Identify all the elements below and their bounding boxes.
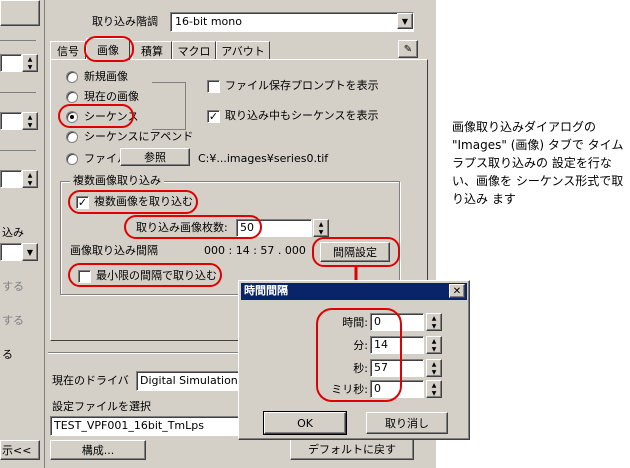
spin-down-icon[interactable]: ▼ — [427, 322, 441, 330]
browse-button-label: 参照 — [144, 151, 166, 164]
radio-new-image-label: 新規画像 — [84, 70, 128, 83]
multi-capture-group-title: 複数画像取り込み — [70, 174, 164, 188]
tab-label: アバウト — [221, 44, 265, 58]
chevron-down-icon[interactable]: ▼ — [22, 243, 38, 261]
checkbox-show-sequence[interactable]: ✓ — [207, 110, 220, 123]
spin-down-icon[interactable]: ▼ — [427, 389, 441, 397]
restore-defaults-button-label: デフォルトに戻す — [308, 443, 396, 456]
spin-down-icon[interactable]: ▼ — [314, 228, 328, 236]
acquisition-depth-value: 16-bit mono — [175, 15, 242, 28]
spin-up-icon[interactable]: ▲ — [314, 220, 328, 228]
highlight-ring — [124, 215, 262, 239]
driver-label: 現在のドライバ — [52, 374, 129, 387]
tab-macro[interactable]: マクロ — [172, 41, 216, 59]
spin-down-icon[interactable]: ▼ — [23, 63, 37, 71]
spin-up-icon[interactable]: ▲ — [427, 337, 441, 345]
checkbox-prompt-save[interactable] — [207, 80, 220, 93]
left-fragment-text: る — [2, 348, 13, 361]
left-spinner-2[interactable]: ▲ ▼ — [22, 112, 38, 130]
spin-up-icon[interactable]: ▲ — [427, 360, 441, 368]
radio-current-image-label: 現在の画像 — [84, 90, 139, 103]
highlight-ring — [68, 190, 198, 214]
driver-value: Digital Simulation C — [140, 374, 249, 387]
left-spinner-1[interactable]: ▲ ▼ — [22, 54, 38, 72]
tab-integration[interactable]: 積算 — [132, 41, 172, 59]
spin-down-icon[interactable]: ▼ — [427, 345, 441, 353]
acquisition-depth-label: 取り込み階調 — [92, 15, 158, 28]
settings-file-select[interactable]: TEST_VPF001_16bit_TmLps — [50, 416, 256, 436]
close-icon[interactable]: ✕ — [449, 284, 465, 298]
left-toggle-label: 示<< — [2, 444, 32, 457]
left-spin-field-2[interactable] — [0, 112, 22, 130]
spin-down-icon[interactable]: ▼ — [427, 368, 441, 376]
file-path: C:¥...images¥series0.tif — [198, 152, 329, 165]
milliseconds-spinner[interactable]: ▲ ▼ — [426, 380, 442, 398]
left-spinner-3[interactable]: ▲ ▼ — [22, 170, 38, 188]
restore-defaults-button[interactable]: デフォルトに戻す — [290, 438, 414, 460]
interval-label: 画像取り込み間隔 — [70, 244, 158, 257]
radio-current-image[interactable] — [66, 91, 78, 103]
spin-up-icon[interactable]: ▲ — [427, 314, 441, 322]
capture-count-spinner[interactable]: ▲ ▼ — [313, 219, 329, 237]
spin-up-icon[interactable]: ▲ — [23, 171, 37, 179]
left-panel-button[interactable] — [0, 0, 40, 26]
spin-up-icon[interactable]: ▲ — [427, 381, 441, 389]
tab-label: マクロ — [177, 44, 211, 58]
annotation-text: 画像取り込みダイアログの "Images" (画像) タブで タイムラプス取り込… — [452, 120, 624, 206]
tab-about[interactable]: アバウト — [216, 41, 270, 59]
checkbox-show-sequence-label: 取り込み中もシーケンスを表示 — [225, 109, 379, 122]
tab-signal[interactable]: 信号 — [50, 41, 86, 59]
left-dropdown[interactable] — [0, 243, 22, 261]
bracket-line — [152, 82, 186, 130]
interval-dialog-title: 時間間隔 — [244, 284, 288, 297]
highlight-ring — [84, 36, 134, 62]
left-rule — [0, 92, 36, 93]
left-spin-field-1[interactable] — [0, 54, 22, 72]
configure-button[interactable]: 構成... — [50, 440, 146, 460]
spin-up-icon[interactable]: ▲ — [23, 55, 37, 63]
highlight-ring — [312, 237, 400, 267]
configure-button-label: 構成... — [81, 444, 115, 457]
left-rule — [0, 40, 36, 41]
checkbox-prompt-save-label: ファイル保存プロンプトを表示 — [225, 79, 379, 92]
spin-down-icon[interactable]: ▼ — [23, 121, 37, 129]
radio-file[interactable] — [66, 153, 78, 165]
tab-label: 信号 — [57, 44, 79, 58]
acquisition-depth-select[interactable]: 16-bit mono ▼ — [170, 12, 414, 32]
radio-append-sequence-label: シーケンスにアペンド — [84, 130, 194, 143]
hours-spinner[interactable]: ▲ ▼ — [426, 313, 442, 331]
cancel-button-label: 取り消し — [385, 417, 429, 430]
highlight-ring — [58, 104, 134, 128]
ok-button[interactable]: OK — [263, 411, 347, 435]
left-fragment-text: する — [2, 280, 24, 293]
highlight-ring — [316, 308, 402, 402]
left-toggle-button[interactable]: 示<< — [0, 440, 40, 460]
chevron-down-icon[interactable]: ▼ — [397, 13, 413, 29]
tab-label: 積算 — [141, 44, 163, 58]
pin-icon[interactable]: ✎ — [398, 40, 418, 58]
highlight-ring — [68, 263, 222, 287]
spin-up-icon[interactable]: ▲ — [23, 113, 37, 121]
left-fragment-text: 込み — [2, 226, 24, 239]
ok-button-label: OK — [297, 416, 313, 430]
radio-new-image[interactable] — [66, 71, 78, 83]
spin-down-icon[interactable]: ▼ — [23, 179, 37, 187]
interval-value: 000 : 14 : 57 . 000 — [204, 244, 306, 257]
cancel-button[interactable]: 取り消し — [366, 412, 448, 434]
settings-file-label: 設定ファイルを選択 — [52, 400, 151, 413]
seconds-spinner[interactable]: ▲ ▼ — [426, 359, 442, 377]
interval-dialog-titlebar: 時間間隔 ✕ — [241, 283, 467, 300]
settings-file-value: TEST_VPF001_16bit_TmLps — [54, 419, 204, 432]
left-fragment-text: する — [2, 314, 24, 327]
left-spin-field-3[interactable] — [0, 170, 22, 188]
minutes-spinner[interactable]: ▲ ▼ — [426, 336, 442, 354]
browse-button[interactable]: 参照 — [120, 148, 190, 166]
left-rule — [0, 150, 36, 151]
radio-append-sequence[interactable] — [66, 131, 78, 143]
